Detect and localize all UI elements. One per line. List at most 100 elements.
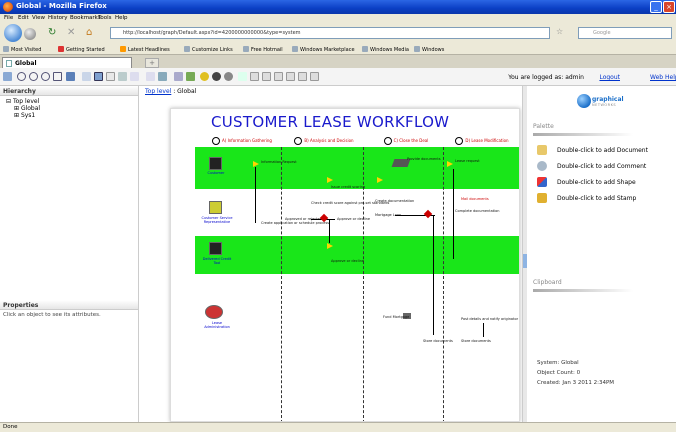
minimize-button[interactable]: _ [650,1,662,13]
home-icon[interactable]: ⌂ [86,27,92,38]
actor-customer-icon[interactable] [209,157,222,170]
step-label: Information Request [261,160,297,164]
menu-view[interactable]: View [32,15,45,21]
bookmark-free-hotmail[interactable]: Free Hotmail [243,46,283,53]
document-icon[interactable] [274,72,283,81]
actor-lease-admin-icon[interactable] [205,305,223,319]
back-button[interactable] [4,24,22,42]
clock-icon [383,137,392,145]
decision-diamond-icon[interactable] [423,209,433,219]
search-input[interactable]: Google [578,27,672,39]
close-window-button[interactable]: × [663,1,675,13]
bookmark-label: Most Visited [11,47,42,53]
select-tool-icon[interactable] [3,72,12,81]
bookmark-customize-links[interactable]: Customize Links [184,46,233,53]
tree-item-sys1[interactable]: ⊞ Sys1 [6,112,40,119]
bookmark-icon [3,46,9,52]
flag-icon [327,243,333,249]
web-help-link[interactable]: Web Help [650,74,676,81]
document-icon[interactable] [250,72,259,81]
camera-icon[interactable] [212,72,221,81]
undo-icon[interactable] [130,72,139,81]
tree-item-global[interactable]: ⊞ Global [6,105,40,112]
route-icon[interactable] [158,72,167,81]
logout-link[interactable]: Logout [599,74,620,81]
left-panel: Hierarchy ⊟ Top level ⊞ Global ⊞ Sys1 Pr… [0,86,139,422]
logged-in-user: You are logged as: admin [508,74,584,81]
menu-history[interactable]: History [48,15,68,21]
phase-divider [281,147,282,421]
step-label: Post details and notify originator [461,317,519,321]
bookmark-windows-marketplace[interactable]: Windows Marketplace [292,46,355,53]
divider [533,289,633,292]
settings-icon[interactable] [224,72,233,81]
document-icon[interactable] [286,72,295,81]
grid-icon[interactable] [53,72,62,81]
bookmark-label: Free Hotmail [251,47,283,53]
table-icon[interactable] [94,72,103,81]
chart-icon[interactable] [186,72,195,81]
bookmark-most-visited[interactable]: Most Visited [3,46,41,53]
line-icon[interactable] [146,72,155,81]
menu-tools[interactable]: Tools [98,15,112,21]
connector-icon[interactable] [82,72,91,81]
step-label: Create documentation [375,199,415,203]
status-text: Done [3,424,18,430]
breadcrumb-top-level[interactable]: Top level [145,88,171,95]
document-icon[interactable] [298,72,307,81]
tree-label: Sys1 [20,112,36,119]
connector-line [255,167,256,223]
phase-label: B) Analysis and Decision [304,138,354,143]
right-panel: graphical NETWORKS Palette Double-click … [527,86,676,422]
bookmark-latest-headlines[interactable]: Latest Headlines [120,46,170,53]
pan-icon[interactable] [66,72,75,81]
menu-bookmarks[interactable]: Bookmarks [70,15,101,21]
export-icon[interactable] [174,72,183,81]
window-title: Global - Mozilla Firefox [16,2,107,10]
zoom-in-icon[interactable] [17,72,26,81]
filter-icon[interactable] [118,72,127,81]
new-tab-button[interactable]: + [145,58,159,68]
actor-credit-tool-icon[interactable] [209,242,222,255]
step-label: Fund Mortgage [383,315,410,319]
step-label: Mail documents [461,197,489,201]
lock-icon[interactable] [200,72,209,81]
divider [533,133,633,136]
url-input[interactable]: http://localhost/graph/Default.aspx?id=4… [110,27,550,39]
print-icon[interactable] [106,72,115,81]
bookmark-label: Windows [422,47,445,53]
actor-csr-icon[interactable] [209,201,222,214]
connector-line [329,219,330,243]
zoom-out-icon[interactable] [29,72,38,81]
tab-global[interactable]: Global [2,57,132,68]
bookmark-label: Windows Media [370,47,409,53]
workflow-diagram[interactable]: CUSTOMER LEASE WORKFLOW A) Information G… [170,108,520,422]
properties-panel: Properties Click an object to see its at… [0,300,138,320]
status-bar: Done [0,422,676,432]
bookmark-icon [292,46,298,52]
actor-label: Customer Service Representative [201,216,233,224]
zoom-fit-icon[interactable] [41,72,50,81]
graphical-networks-logo: graphical NETWORKS [577,94,637,110]
menu-file[interactable]: File [4,15,13,21]
document-icon[interactable] [310,72,319,81]
bookmark-windows[interactable]: Windows [414,46,444,53]
document-icon[interactable] [262,72,271,81]
navigation-toolbar: ↻ ✕ ⌂ http://localhost/graph/Default.asp… [0,23,676,44]
tab-strip: Global + [0,55,676,68]
app-toolbar: You are logged as: admin Logout Web Help [0,68,676,86]
bookmark-star-icon[interactable]: ☆ [556,27,563,36]
step-label: Approve or decline [331,259,364,263]
step-label: Complete documentation [455,209,500,213]
bookmark-getting-started[interactable]: Getting Started [58,46,105,53]
forward-button[interactable] [24,28,36,40]
tree-item-top-level[interactable]: ⊟ Top level [6,98,40,105]
shape-icon[interactable] [238,72,247,81]
flag-icon [253,161,259,167]
reload-icon[interactable]: ↻ [48,27,56,38]
clock-icon [294,137,303,145]
menu-help[interactable]: Help [115,15,128,21]
menu-edit[interactable]: Edit [18,15,29,21]
stop-icon[interactable]: ✕ [67,27,75,38]
bookmark-windows-media[interactable]: Windows Media [362,46,409,53]
